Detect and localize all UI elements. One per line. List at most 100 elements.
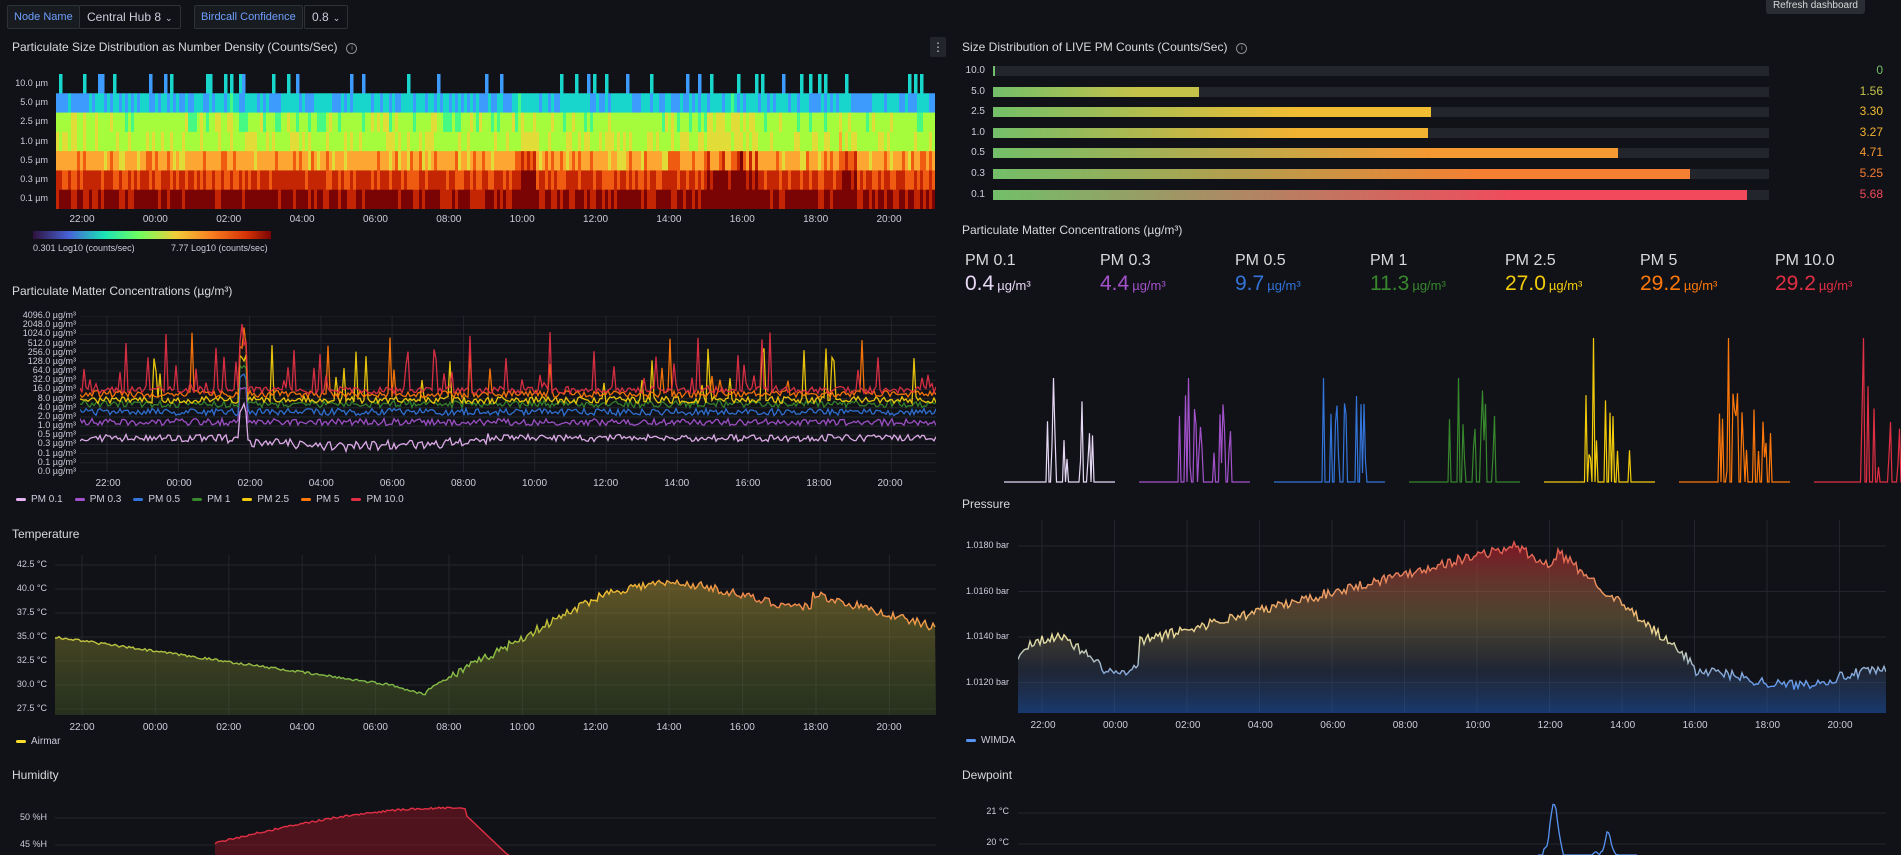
legend-swatch	[351, 498, 362, 501]
heatmap-row-label: 2.5 µm	[20, 116, 48, 127]
bar-value: 1.56	[1859, 83, 1883, 98]
y-tick-label: 30.0 °C	[16, 679, 47, 689]
birdcall-confidence-select[interactable]: 0.8 ⌄	[304, 5, 349, 29]
time-tick-label: 16:00	[735, 478, 761, 489]
legend-label: PM 0.3	[89, 494, 122, 505]
time-tick-label: 06:00	[362, 722, 388, 733]
panel-menu-button[interactable]: ⋮	[930, 37, 946, 57]
birdcall-confidence-value: 0.8	[312, 10, 329, 24]
time-tick-label: 18:00	[803, 214, 829, 225]
y-tick-label: 0.0 µg/m³	[37, 466, 76, 476]
info-icon[interactable]: i	[346, 43, 358, 54]
time-tick-label: 12:00	[593, 478, 619, 489]
heatmap-plot	[56, 74, 935, 209]
time-tick-label: 04:00	[289, 722, 315, 733]
time-tick-label: 04:00	[308, 478, 334, 489]
legend-swatch	[16, 498, 26, 501]
time-tick-label: 16:00	[729, 722, 755, 733]
bar-fill	[993, 169, 1690, 179]
legend-item[interactable]: PM 5	[301, 494, 339, 505]
bar-value: 4.71	[1859, 145, 1883, 160]
time-tick-label: 08:00	[436, 214, 462, 225]
time-tick-label: 12:00	[583, 722, 609, 733]
legend-swatch	[966, 739, 976, 742]
bar-fill	[993, 127, 1428, 138]
info-icon[interactable]: i	[1236, 43, 1248, 54]
legend-swatch	[74, 498, 85, 501]
chevron-down-icon: ⌄	[332, 13, 341, 23]
y-tick-label: 42.5 °C	[16, 559, 47, 569]
y-tick-label: 1.0120 bar	[965, 677, 1009, 687]
stat-name: PM 10.0	[1775, 252, 1835, 269]
node-name-label: Node Name	[7, 5, 80, 29]
time-tick-label: 10:00	[509, 722, 535, 733]
heatmap-row-label: 10.0 µm	[15, 77, 48, 88]
stat-name: PM 0.5	[1235, 252, 1286, 269]
pm-sparklines	[1004, 337, 1901, 483]
legend-label: PM 0.1	[31, 494, 63, 505]
live-pm-panel-title: Size Distribution of LIVE PM Counts (Cou…	[962, 40, 1248, 54]
scale-min-label: 0.301 Log10 (counts/sec)	[33, 243, 135, 253]
time-tick-label: 04:00	[289, 214, 315, 225]
heatmap-row-label: 0.5 µm	[20, 154, 48, 165]
legend-label: PM 1	[207, 494, 231, 505]
time-tick-label: 04:00	[1247, 720, 1273, 731]
time-tick-label: 06:00	[1320, 720, 1346, 731]
y-tick-label: 40.0 °C	[16, 583, 47, 593]
legend-item[interactable]: PM 0.1	[16, 494, 63, 505]
humidity-panel-title: Humidity	[12, 768, 59, 782]
time-tick-label: 14:00	[664, 478, 690, 489]
humidity-plot	[55, 806, 936, 855]
pressure-panel-title: Pressure	[962, 497, 1011, 511]
heatmap-row-label: 1.0 µm	[20, 135, 48, 146]
legend-swatch	[242, 498, 253, 501]
node-name-select[interactable]: Central Hub 8 ⌄	[79, 5, 181, 29]
live-pm-title-text: Size Distribution of LIVE PM Counts (Cou…	[962, 40, 1228, 54]
bar-label: 1.0	[971, 126, 985, 138]
bar-label: 10.0	[965, 65, 985, 76]
time-tick-label: 06:00	[379, 478, 405, 489]
legend-item[interactable]: PM 1	[192, 494, 230, 505]
bar-fill	[993, 107, 1432, 118]
time-tick-label: 02:00	[216, 722, 242, 733]
bar-fill	[993, 66, 995, 76]
time-tick-label: 20:00	[877, 478, 903, 489]
scale-max-label: 7.77 Log10 (counts/sec)	[171, 243, 268, 253]
bar-value: 5.25	[1859, 166, 1883, 180]
legend-item[interactable]: PM 0.3	[74, 494, 122, 505]
y-tick-label: 45 %H	[19, 839, 47, 849]
bar-fill	[993, 86, 1200, 97]
time-tick-label: 10:00	[509, 214, 535, 225]
legend-swatch	[133, 498, 144, 501]
time-tick-label: 08:00	[1392, 720, 1418, 731]
bar-value: 5.68	[1859, 186, 1883, 201]
stat-name: PM 5	[1640, 252, 1678, 269]
bar-value: 3.30	[1859, 104, 1883, 119]
stat-name: PM 0.1	[965, 252, 1016, 269]
time-tick-label: 06:00	[362, 214, 388, 225]
heatmap-row-label: 5.0 µm	[20, 96, 48, 107]
pm-timeseries-title: Particulate Matter Concentrations (µg/m³…	[12, 284, 233, 298]
time-tick-label: 12:00	[583, 214, 609, 225]
legend-item[interactable]: PM 2.5	[242, 494, 289, 505]
time-tick-label: 14:00	[1610, 720, 1636, 731]
legend-item[interactable]: PM 0.5	[133, 494, 180, 505]
legend-item[interactable]: PM 10.0	[351, 494, 404, 505]
legend-swatch	[192, 498, 203, 501]
legend-item-airmar[interactable]: Airmar	[16, 736, 60, 747]
time-tick-label: 20:00	[1827, 720, 1853, 731]
time-tick-label: 20:00	[876, 214, 902, 225]
time-tick-label: 10:00	[1465, 720, 1491, 731]
birdcall-confidence-label: Birdcall Confidence	[194, 5, 303, 29]
legend-item-wimda[interactable]: WIMDA	[966, 735, 1015, 746]
y-tick-label: 1.0140 bar	[965, 631, 1009, 642]
pressure-plot	[1018, 520, 1886, 713]
legend-swatch	[16, 740, 26, 743]
time-tick-label: 10:00	[522, 478, 548, 489]
legend-label: PM 10.0	[366, 494, 404, 505]
time-tick-label: 22:00	[69, 722, 95, 733]
temperature-legend: Airmar	[16, 736, 60, 747]
time-tick-label: 00:00	[1102, 720, 1128, 731]
chevron-down-icon: ⌄	[165, 13, 173, 23]
time-tick-label: 18:00	[806, 478, 832, 489]
